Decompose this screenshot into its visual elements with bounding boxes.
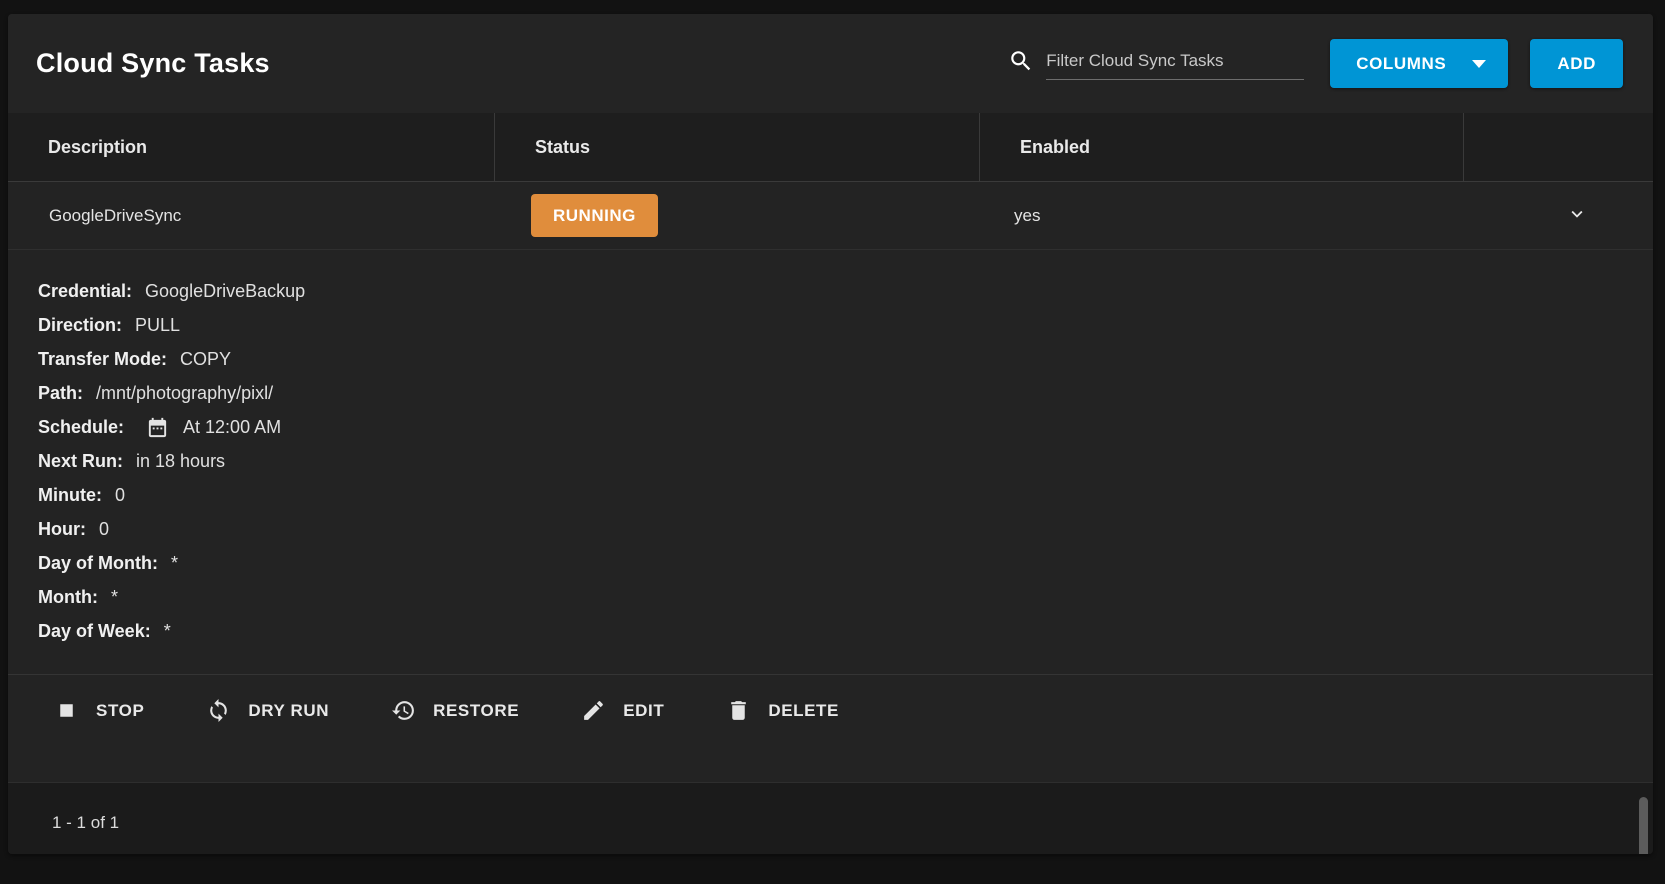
chevron-down-icon: [1566, 203, 1588, 228]
detail-label: Day of Month:: [38, 553, 158, 574]
detail-label: Minute:: [38, 485, 102, 506]
detail-label: Hour:: [38, 519, 86, 540]
detail-value: in 18 hours: [136, 451, 225, 472]
detail-label: Transfer Mode:: [38, 349, 167, 370]
edit-button[interactable]: EDIT: [581, 688, 664, 733]
detail-transfer-mode: Transfer Mode: COPY: [38, 342, 1653, 376]
cloud-sync-tasks-card: Cloud Sync Tasks COLUMNS ADD Descriptio: [8, 14, 1653, 854]
table-header-row: Description Status Enabled: [8, 113, 1653, 182]
restore-icon: [391, 698, 416, 723]
vertical-scrollbar-thumb[interactable]: [1639, 797, 1648, 854]
stop-button[interactable]: STOP: [54, 688, 144, 733]
dry-run-button[interactable]: DRY RUN: [206, 688, 329, 733]
table-footer: 1 - 1 of 1: [8, 782, 1653, 854]
sync-icon: [206, 698, 231, 723]
detail-month: Month: *: [38, 580, 1653, 614]
search-input[interactable]: [1046, 51, 1304, 80]
detail-day-of-month: Day of Month: *: [38, 546, 1653, 580]
detail-direction: Direction: PULL: [38, 308, 1653, 342]
column-header-actions: [1464, 113, 1653, 181]
detail-path: Path: /mnt/photography/pixl/: [38, 376, 1653, 410]
detail-schedule: Schedule: At 12:00 AM: [38, 410, 1653, 444]
detail-value: *: [111, 587, 118, 608]
detail-minute: Minute: 0: [38, 478, 1653, 512]
pencil-icon: [581, 698, 606, 723]
detail-value: GoogleDriveBackup: [145, 281, 305, 302]
add-button[interactable]: ADD: [1530, 39, 1623, 88]
detail-day-of-week: Day of Week: *: [38, 614, 1653, 648]
restore-button-label: RESTORE: [433, 701, 519, 721]
detail-value: At 12:00 AM: [183, 417, 281, 438]
chevron-down-icon: [1472, 60, 1486, 68]
stop-icon: [54, 698, 79, 723]
detail-label: Credential:: [38, 281, 132, 302]
cell-description: GoogleDriveSync: [8, 182, 495, 249]
cloud-sync-tasks-page: Cloud Sync Tasks COLUMNS ADD Descriptio: [0, 0, 1665, 884]
search-icon: [1008, 48, 1034, 74]
status-badge: RUNNING: [531, 194, 658, 237]
column-header-enabled[interactable]: Enabled: [980, 113, 1464, 181]
detail-value: *: [164, 621, 171, 642]
edit-button-label: EDIT: [623, 701, 664, 721]
detail-value: COPY: [180, 349, 231, 370]
detail-label: Month:: [38, 587, 98, 608]
detail-value: *: [171, 553, 178, 574]
delete-button-label: DELETE: [768, 701, 839, 721]
delete-button[interactable]: DELETE: [726, 688, 839, 733]
detail-hour: Hour: 0: [38, 512, 1653, 546]
stop-button-label: STOP: [96, 701, 144, 721]
row-actions-toolbar: STOP DRY RUN RESTORE: [8, 674, 1653, 746]
page-title: Cloud Sync Tasks: [36, 48, 270, 79]
detail-label: Direction:: [38, 315, 122, 336]
detail-value: PULL: [135, 315, 180, 336]
detail-next-run: Next Run: in 18 hours: [38, 444, 1653, 478]
column-header-status[interactable]: Status: [495, 113, 980, 181]
restore-button[interactable]: RESTORE: [391, 688, 519, 733]
row-details-panel: Credential: GoogleDriveBackup Direction:…: [8, 250, 1653, 674]
cell-enabled: yes: [980, 182, 1464, 249]
detail-value: /mnt/photography/pixl/: [96, 383, 273, 404]
detail-credential: Credential: GoogleDriveBackup: [38, 274, 1653, 308]
details-bottom-spacer: [8, 746, 1653, 782]
column-header-description[interactable]: Description: [8, 113, 495, 181]
cell-expand: [1464, 182, 1653, 249]
detail-value: 0: [115, 485, 125, 506]
cell-status: RUNNING: [495, 182, 980, 249]
add-button-label: ADD: [1557, 54, 1596, 74]
row-expand-button[interactable]: [1560, 197, 1594, 234]
columns-button[interactable]: COLUMNS: [1330, 39, 1508, 88]
detail-label: Day of Week:: [38, 621, 151, 642]
trash-icon: [726, 698, 751, 723]
paginator-range-label: 1 - 1 of 1: [52, 813, 119, 833]
columns-button-label: COLUMNS: [1356, 54, 1446, 74]
detail-label: Next Run:: [38, 451, 123, 472]
dry-run-button-label: DRY RUN: [248, 701, 329, 721]
table-row[interactable]: GoogleDriveSync RUNNING yes: [8, 182, 1653, 250]
detail-label: Schedule:: [38, 417, 124, 438]
calendar-icon: [146, 416, 169, 439]
detail-label: Path:: [38, 383, 83, 404]
card-header: Cloud Sync Tasks COLUMNS ADD: [8, 14, 1653, 113]
search-area: [1008, 48, 1304, 80]
detail-value: 0: [99, 519, 109, 540]
